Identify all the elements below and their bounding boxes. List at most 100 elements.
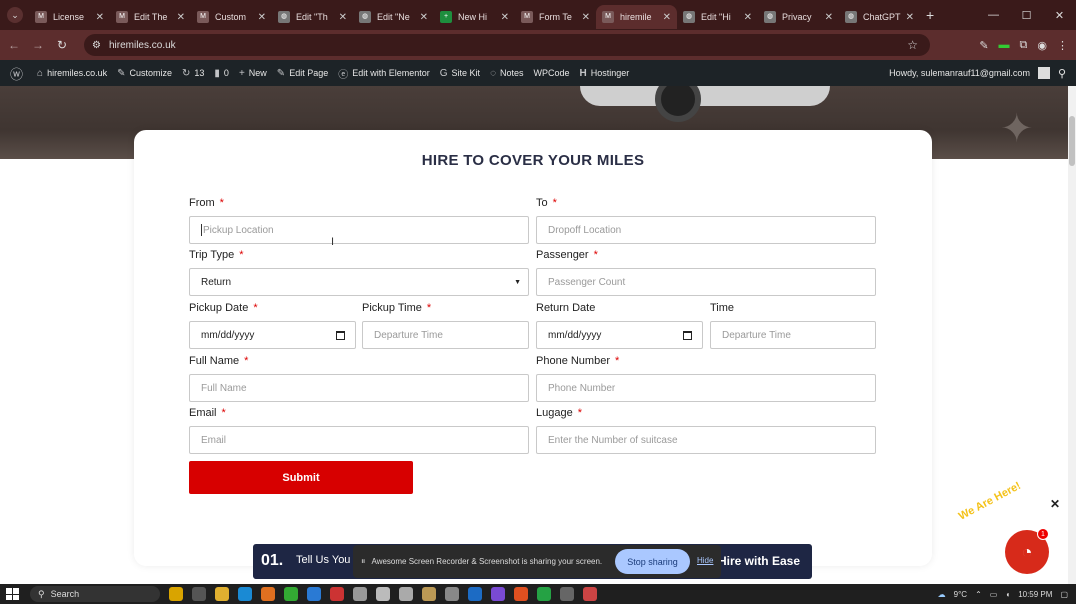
chat-close-icon[interactable]: ✕ [1050, 497, 1060, 511]
chat-bubble-button[interactable]: ◔ 1 [1005, 528, 1049, 574]
return-date-input[interactable]: mm/dd/yyyy [536, 321, 703, 349]
submit-button[interactable]: Submit [189, 461, 413, 494]
calendar-icon[interactable] [336, 330, 345, 340]
app-blue-icon[interactable] [468, 587, 482, 601]
vscode-icon[interactable] [307, 587, 321, 601]
wp-edit-page-link[interactable]: ✎ Edit Page [277, 68, 328, 79]
full-name-input[interactable]: Full Name [189, 374, 529, 402]
taskbar-search[interactable]: ⚲ Search [30, 586, 160, 602]
chrome-profile-4-icon[interactable] [445, 587, 459, 601]
tab-close-icon[interactable]: ✕ [96, 12, 104, 23]
browser-tab[interactable]: M Edit The ✕ [110, 5, 191, 29]
wp-wpcode-link[interactable]: WPCode [534, 68, 570, 78]
tab-close-icon[interactable]: ✕ [582, 12, 590, 23]
wp-comments-link[interactable]: ▮ 0 [214, 68, 229, 79]
browser-tab[interactable]: M Custom ✕ [191, 5, 272, 29]
back-icon[interactable]: ← [2, 38, 26, 52]
settings-icon[interactable] [560, 587, 574, 601]
tray-overflow-icon[interactable]: ⌃ [975, 590, 982, 599]
forward-icon[interactable]: → [26, 38, 50, 52]
browser-tab[interactable]: ◍ ChatGPT ✕ [839, 5, 920, 29]
stop-sharing-button[interactable]: Stop sharing [615, 549, 690, 574]
notification-icon[interactable]: ▢ [1060, 590, 1068, 599]
tab-close-icon[interactable]: ✕ [420, 12, 428, 23]
network-icon[interactable]: ▭ [990, 590, 998, 599]
wp-elementor-link[interactable]: ⓔ Edit with Elementor [338, 66, 430, 81]
browser-tab[interactable]: ◍ Privacy ✕ [758, 5, 839, 29]
tab-close-icon[interactable]: ✕ [501, 12, 509, 23]
wp-notes-link[interactable]: ◌ Notes [490, 68, 523, 79]
new-tab-button[interactable]: + [926, 7, 934, 23]
wp-search-icon[interactable]: ⚲ [1058, 67, 1066, 80]
app-green-icon[interactable] [284, 587, 298, 601]
address-bar[interactable]: ⚙ hiremiles.co.uk ☆ [84, 34, 930, 56]
pickup-time-input[interactable]: Departure Time [362, 321, 529, 349]
email-input[interactable]: Email [189, 426, 529, 454]
file-explorer-icon[interactable] [215, 587, 229, 601]
green-extension-icon[interactable]: ▬ [999, 39, 1010, 51]
browser-tab[interactable]: Mhiremile ✕ [596, 5, 677, 29]
bookmark-star-icon[interactable]: ☆ [907, 38, 918, 52]
site-info-icon[interactable]: ⚙ [92, 40, 101, 51]
app-red-icon[interactable] [330, 587, 344, 601]
wp-new-link[interactable]: + New [239, 68, 267, 79]
to-input[interactable]: Dropoff Location [536, 216, 876, 244]
tab-close-icon[interactable]: ✕ [663, 12, 671, 23]
reload-icon[interactable]: ↻ [50, 38, 74, 52]
wp-updates-link[interactable]: ↻ 13 [182, 68, 204, 79]
passenger-input[interactable]: Passenger Count [536, 268, 876, 296]
volume-icon[interactable]: ◖ [1005, 590, 1010, 599]
wp-logo-icon[interactable]: ⓦ [10, 64, 27, 83]
widgets-icon[interactable] [169, 587, 183, 601]
edge-icon[interactable] [238, 587, 252, 601]
browser-tab[interactable]: M License ✕ [29, 5, 110, 29]
browser-tab[interactable]: ◍ Edit "Hi ✕ [677, 5, 758, 29]
minimize-icon[interactable]: — [977, 9, 1010, 21]
close-window-icon[interactable]: ✕ [1043, 9, 1076, 22]
browser-tab[interactable]: + New Hi ✕ [434, 5, 515, 29]
browser-tab[interactable]: ◍ Edit "Th ✕ [272, 5, 353, 29]
pen-extension-icon[interactable]: ✎ [979, 39, 988, 52]
page-scrollbar[interactable] [1068, 86, 1076, 584]
task-view-icon[interactable] [192, 587, 206, 601]
tab-close-icon[interactable]: ✕ [177, 12, 185, 23]
chrome-profile-2-icon[interactable] [399, 587, 413, 601]
scrollbar-thumb[interactable] [1069, 116, 1075, 166]
hide-sharing-link[interactable]: Hide [697, 556, 713, 565]
chrome-icon[interactable] [353, 587, 367, 601]
wp-hostinger-link[interactable]: H Hostinger [580, 68, 630, 79]
trip-type-select[interactable]: Return ▼ [189, 268, 529, 296]
whatsapp-icon[interactable] [537, 587, 551, 601]
from-input[interactable]: Pickup Location [189, 216, 529, 244]
return-time-input[interactable]: Departure Time [710, 321, 876, 349]
user-avatar[interactable] [1037, 67, 1050, 79]
tab-close-icon[interactable]: ✕ [339, 12, 347, 23]
app-active-icon[interactable] [583, 587, 597, 601]
phone-input[interactable]: Phone Number [536, 374, 876, 402]
tab-close-icon[interactable]: ✕ [906, 12, 914, 23]
extensions-puzzle-icon[interactable]: ⧉ [1020, 39, 1028, 52]
browser-tab[interactable]: ◍ Edit "Ne ✕ [353, 5, 434, 29]
calendar-icon[interactable] [683, 330, 692, 340]
wp-sitekit-link[interactable]: G Site Kit [440, 68, 480, 79]
browser-menu-icon[interactable]: ⋮ [1057, 39, 1068, 52]
wp-howdy-link[interactable]: Howdy, sulemanrauf11@gmail.com [889, 68, 1030, 78]
tab-close-icon[interactable]: ✕ [258, 12, 266, 23]
weather-icon[interactable]: ☁ [938, 590, 946, 599]
pickup-date-input[interactable]: mm/dd/yyyy [189, 321, 356, 349]
tab-close-icon[interactable]: ✕ [825, 12, 833, 23]
browser-tab[interactable]: M Form Te ✕ [515, 5, 596, 29]
wp-customize-link[interactable]: ✎ Customize [117, 68, 172, 79]
wp-site-link[interactable]: ⌂ hiremiles.co.uk [37, 68, 107, 79]
clock-text[interactable]: 10:59 PM [1018, 590, 1052, 599]
app-orange-2-icon[interactable] [514, 587, 528, 601]
profile-avatar-icon[interactable]: ◉ [1037, 39, 1047, 52]
app-orange-icon[interactable] [261, 587, 275, 601]
chrome-profile-3-icon[interactable] [422, 587, 436, 601]
luggage-input[interactable]: Enter the Number of suitcase [536, 426, 876, 454]
windows-start-icon[interactable] [6, 588, 20, 600]
tab-close-icon[interactable]: ✕ [744, 12, 752, 23]
tab-search-icon[interactable]: ⌄ [7, 7, 23, 23]
maximize-icon[interactable]: ☐ [1010, 9, 1043, 22]
app-purple-icon[interactable] [491, 587, 505, 601]
